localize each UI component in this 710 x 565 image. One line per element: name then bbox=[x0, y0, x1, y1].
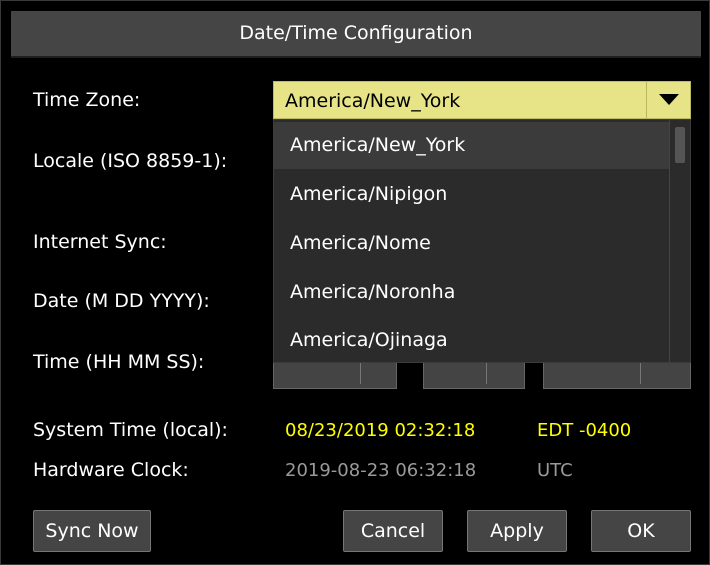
time-zone-selected-value: America/New_York bbox=[285, 90, 461, 112]
system-time-zone: EDT -0400 bbox=[537, 420, 632, 441]
apply-button[interactable]: Apply bbox=[467, 510, 567, 552]
locale-label: Locale (ISO 8859-1): bbox=[33, 150, 228, 172]
dialog-title: Date/Time Configuration bbox=[11, 11, 701, 58]
dropdown-option[interactable]: America/Noronha bbox=[274, 269, 671, 316]
time-zone-dropdown-button[interactable] bbox=[646, 82, 690, 118]
hardware-clock-zone: UTC bbox=[537, 460, 573, 481]
cancel-button[interactable]: Cancel bbox=[343, 510, 443, 552]
time-zone-dropdown-list[interactable]: America/New_York America/Nipigon America… bbox=[273, 119, 691, 363]
chevron-down-icon bbox=[659, 94, 679, 105]
internet-sync-label: Internet Sync: bbox=[33, 231, 167, 253]
dropdown-option[interactable]: America/Ojinaga bbox=[274, 317, 671, 362]
dropdown-option[interactable]: America/Nipigon bbox=[274, 171, 671, 218]
time-zone-label: Time Zone: bbox=[33, 89, 141, 111]
time-label: Time (HH MM SS): bbox=[33, 351, 205, 373]
date-time-dialog: Date/Time Configuration Time Zone: Local… bbox=[0, 0, 710, 565]
ok-button[interactable]: OK bbox=[591, 510, 691, 552]
hardware-clock-value: 2019-08-23 06:32:18 bbox=[285, 460, 477, 481]
dropdown-scrollbar[interactable] bbox=[669, 120, 690, 362]
scrollbar-thumb[interactable] bbox=[675, 127, 685, 163]
hardware-clock-label: Hardware Clock: bbox=[33, 459, 189, 481]
dropdown-option[interactable]: America/Nome bbox=[274, 220, 671, 267]
system-time-label: System Time (local): bbox=[33, 419, 228, 441]
sync-now-button[interactable]: Sync Now bbox=[33, 510, 151, 552]
time-zone-select[interactable]: America/New_York bbox=[273, 81, 691, 119]
date-label: Date (M DD YYYY): bbox=[33, 290, 210, 312]
system-time-value: 08/23/2019 02:32:18 bbox=[285, 420, 476, 441]
dropdown-option[interactable]: America/New_York bbox=[274, 122, 671, 169]
